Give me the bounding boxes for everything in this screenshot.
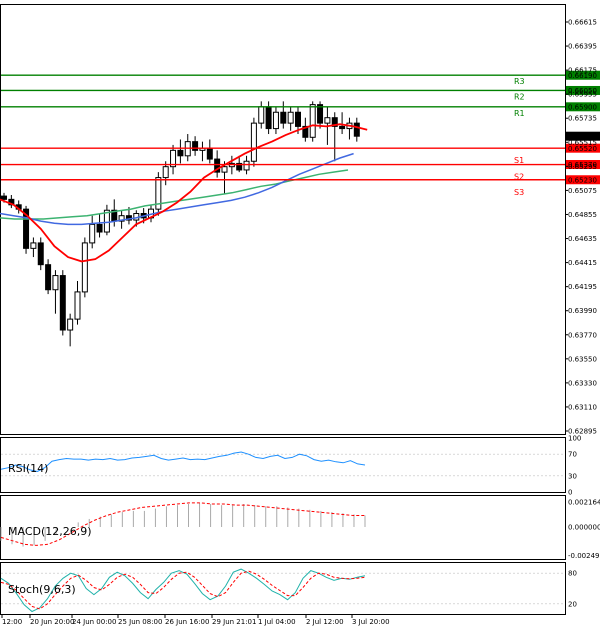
rsi-tick-label: 70 [568,451,577,459]
candle-body [221,166,228,173]
candle-body [177,149,184,157]
macd-tick-label: -0.002497 [568,552,600,560]
level-name-r3: R3 [514,77,525,86]
candle-body [287,111,294,124]
candle-body [30,242,37,249]
price-tick-label: 0.66175 [568,67,597,75]
candle-body [37,242,44,266]
price-tick-label: 0.63550 [568,355,597,363]
candle-body [52,275,59,291]
level-name-s3: S3 [514,188,524,197]
price-tick-label: 0.64195 [568,283,597,291]
candle-body [1,195,7,200]
candle-body [258,106,265,124]
candle-body [96,223,103,233]
candle-body [74,291,81,320]
candle-body [162,166,169,179]
price-tick-label: 0.63110 [568,403,597,411]
price-tick-label: 0.66615 [568,19,597,27]
price-tick-label: 0.65515 [568,139,597,147]
price-axis: 0.66615 0.66395 0.66175 0.65955 0.65735 0.655… [565,19,597,436]
candle-body [192,141,199,151]
price-tick-label: 0.63330 [568,379,597,387]
candle-body [81,242,88,293]
forex-chart: R30.66190R20.66050R10.65900S10.65520S20.… [0,4,600,626]
rsi-tick-label: 100 [568,435,581,443]
stoch-tick-label: 20 [568,600,577,608]
stoch-plot: 80 20 [0,568,577,613]
time-tick-label: 29 Jun 21:01 [212,618,256,626]
candle-body [89,223,96,244]
candle-body [265,106,272,130]
time-tick-label: 3 Jul 20:00 [352,618,390,626]
stoch-panel-frame [0,562,566,615]
candle-body [67,318,74,331]
candle-body [353,122,360,137]
macd-tick-label: 0.002164 [568,499,600,507]
macd-tick-label: 0.000000 [568,524,600,532]
level-name-r2: R2 [514,92,525,101]
candle-body [250,122,257,162]
level-tag-text-r1: 0.65900 [568,103,597,111]
stoch-tick-label: 80 [568,570,577,578]
time-tick-label: 12:00 [2,618,22,626]
ma-slow-line [0,169,349,220]
candle-body [206,147,213,160]
level-tag-text-s3: 0.65230 [568,176,597,184]
main-panel-frame [0,4,566,435]
price-tick-label: 0.64415 [568,259,597,267]
candle-body [324,117,331,124]
price-tick-label: 0.64855 [568,211,597,219]
price-plot [0,101,368,347]
candle-body [272,111,279,130]
time-tick-label: 2 Jul 12:00 [306,618,344,626]
level-name-r1: R1 [514,109,525,118]
candle-body [45,264,52,291]
candle-body [59,275,66,331]
price-tick-label: 0.65075 [568,187,597,195]
rsi-tick-label: 0 [568,489,572,497]
rsi-tick-label: 30 [568,472,577,480]
rsi-panel-frame [0,437,566,493]
macd-label: MACD(12,26,9) [8,525,92,538]
candle-body [295,111,301,127]
price-tick-label: 0.64635 [568,235,597,243]
candle-body [309,104,316,138]
candle-body [280,111,287,124]
candle-body [339,125,346,130]
price-tick-label: 0.63990 [568,307,597,315]
price-tick-label: 0.65735 [568,115,597,123]
price-tick-label: 0.66395 [568,43,597,51]
time-tick-label: 24 Jun 00:00 [72,618,116,626]
time-tick-label: 1 Jul 04:00 [258,618,296,626]
time-axis: 12:00 20 Jun 20:0024 Jun 00:00 25 Jun 08:0… [1,614,390,626]
time-tick-label: 26 Jun 16:00 [165,618,209,626]
stoch-label: Stoch(9,6,3) [8,583,76,596]
ma-fast-line [0,123,368,263]
rsi-plot: 100 70 30 0 [0,435,581,497]
price-tick-label: 0.63770 [568,331,597,339]
time-tick-label: 25 Jun 08:00 [118,618,162,626]
price-tick-label: 0.65955 [568,91,597,99]
candle-body [243,160,250,171]
rsi-line [0,451,366,473]
time-tick-label: 20 Jun 20:00 [30,618,74,626]
rsi-label: RSI(14) [8,462,48,475]
price-tick-label: 0.65295 [568,163,597,171]
